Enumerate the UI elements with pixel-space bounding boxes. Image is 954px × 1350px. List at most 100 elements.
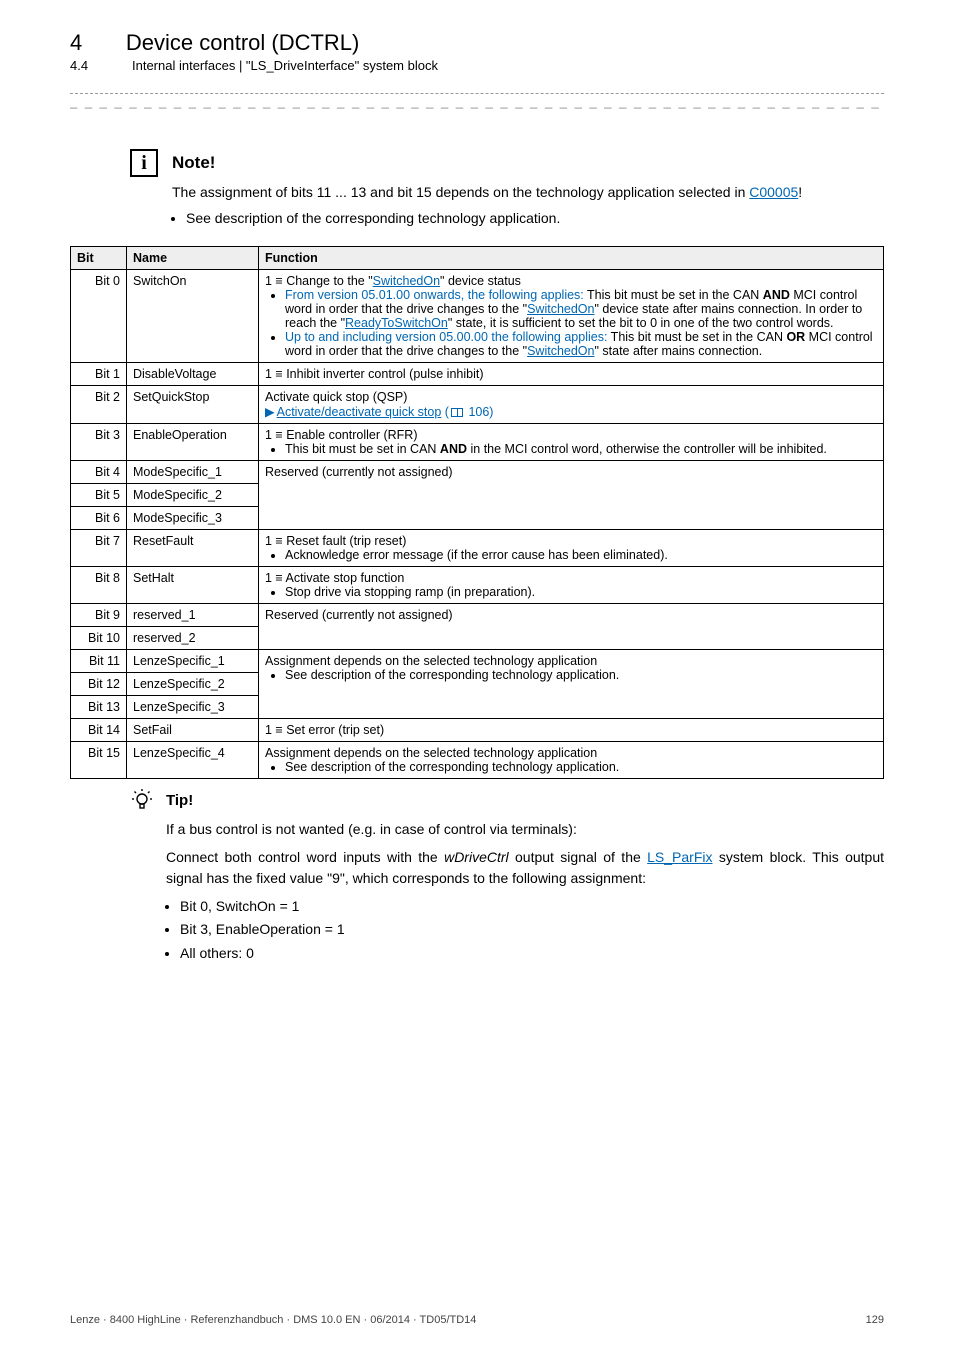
note-text-part: ! bbox=[798, 184, 802, 200]
table-row: Bit 0 SwitchOn 1 ≡ Change to the "Switch… bbox=[71, 270, 884, 363]
func-cell: 1 ≡ Change to the "SwitchedOn" device st… bbox=[259, 270, 884, 363]
name-cell: SetFail bbox=[127, 719, 259, 742]
func-text: " device status bbox=[440, 274, 521, 288]
chapter-title: Device control (DCTRL) bbox=[126, 30, 360, 55]
bit-cell: Bit 15 bbox=[71, 742, 127, 779]
tip-text: If a bus control is not wanted (e.g. in … bbox=[166, 819, 884, 839]
bit-cell: Bit 3 bbox=[71, 424, 127, 461]
func-cell: 1 ≡ Activate stop function Stop drive vi… bbox=[259, 567, 884, 604]
section-number: 4.4 bbox=[70, 58, 132, 73]
table-row: Bit 11 LenzeSpecific_1 Assignment depend… bbox=[71, 650, 884, 673]
table-row: Bit 4 ModeSpecific_1 Reserved (currently… bbox=[71, 461, 884, 484]
table-row: Bit 7 ResetFault 1 ≡ Reset fault (trip r… bbox=[71, 530, 884, 567]
func-text: " state after mains connection. bbox=[594, 344, 762, 358]
link-lsparfix[interactable]: LS_ParFix bbox=[647, 849, 712, 865]
func-bullet: This bit must be set in CAN AND in the M… bbox=[285, 442, 877, 456]
section-title: Internal interfaces | "LS_DriveInterface… bbox=[132, 58, 438, 73]
link-switchedon[interactable]: SwitchedOn bbox=[373, 274, 440, 288]
name-cell: SetHalt bbox=[127, 567, 259, 604]
tip-bullet: All others: 0 bbox=[180, 943, 884, 963]
func-highlight: From version 05.01.00 onwards, the follo… bbox=[285, 288, 584, 302]
func-cell: 1 ≡ Set error (trip set) bbox=[259, 719, 884, 742]
func-bullet: Stop drive via stopping ramp (in prepara… bbox=[285, 585, 877, 599]
table-row: Bit 8 SetHalt 1 ≡ Activate stop function… bbox=[71, 567, 884, 604]
table-row: Bit 2 SetQuickStop Activate quick stop (… bbox=[71, 386, 884, 424]
link-readytoswitchon[interactable]: ReadyToSwitchOn bbox=[345, 316, 448, 330]
page-ref: 106) bbox=[465, 405, 494, 419]
name-cell: DisableVoltage bbox=[127, 363, 259, 386]
page-number: 129 bbox=[866, 1314, 884, 1326]
func-highlight: Up to and including version 05.00.00 the… bbox=[285, 330, 607, 344]
func-text: 1 ≡ Reset fault (trip reset) bbox=[265, 534, 406, 548]
bit-cell: Bit 4 bbox=[71, 461, 127, 484]
note-box: i Note! The assignment of bits 11 ... 13… bbox=[130, 149, 884, 228]
func-cell: 1 ≡ Enable controller (RFR) This bit mus… bbox=[259, 424, 884, 461]
name-cell: LenzeSpecific_1 bbox=[127, 650, 259, 673]
chapter-number: 4 bbox=[70, 30, 82, 55]
bit-cell: Bit 11 bbox=[71, 650, 127, 673]
triangle-icon: ▶ bbox=[265, 405, 275, 419]
link-c00005[interactable]: C00005 bbox=[749, 184, 798, 200]
func-text: This bit must be set in the CAN bbox=[584, 288, 763, 302]
name-cell: ModeSpecific_3 bbox=[127, 507, 259, 530]
func-text: This bit must be set in CAN bbox=[285, 442, 440, 456]
bit-cell: Bit 10 bbox=[71, 627, 127, 650]
func-cell: Activate quick stop (QSP) ▶Activate/deac… bbox=[259, 386, 884, 424]
note-title: Note! bbox=[172, 153, 215, 173]
func-bold: AND bbox=[763, 288, 790, 302]
tip-title: Tip! bbox=[166, 790, 193, 812]
name-cell: LenzeSpecific_2 bbox=[127, 673, 259, 696]
link-switchedon[interactable]: SwitchedOn bbox=[527, 302, 594, 316]
name-cell: SwitchOn bbox=[127, 270, 259, 363]
func-cell: Assignment depends on the selected techn… bbox=[259, 742, 884, 779]
func-bullet: See description of the corresponding tec… bbox=[285, 760, 877, 774]
func-text: 1 ≡ Enable controller (RFR) bbox=[265, 428, 417, 442]
tip-bullet: Bit 0, SwitchOn = 1 bbox=[180, 896, 884, 916]
table-row: Bit 1 DisableVoltage 1 ≡ Inhibit inverte… bbox=[71, 363, 884, 386]
bit-cell: Bit 9 bbox=[71, 604, 127, 627]
th-function: Function bbox=[259, 247, 884, 270]
func-cell: Reserved (currently not assigned) bbox=[259, 461, 884, 530]
tip-text: Connect both control word inputs with th… bbox=[166, 847, 884, 888]
link-switchedon[interactable]: SwitchedOn bbox=[527, 344, 594, 358]
footer-left: Lenze · 8400 HighLine · Referenzhandbuch… bbox=[70, 1314, 476, 1326]
bit-cell: Bit 5 bbox=[71, 484, 127, 507]
bit-cell: Bit 0 bbox=[71, 270, 127, 363]
func-bold: OR bbox=[786, 330, 805, 344]
func-cell: 1 ≡ Inhibit inverter control (pulse inhi… bbox=[259, 363, 884, 386]
func-bullet: From version 05.01.00 onwards, the follo… bbox=[285, 288, 877, 330]
table-row: Bit 14 SetFail 1 ≡ Set error (trip set) bbox=[71, 719, 884, 742]
name-cell: SetQuickStop bbox=[127, 386, 259, 424]
func-bullet: See description of the corresponding tec… bbox=[285, 668, 877, 682]
bit-cell: Bit 1 bbox=[71, 363, 127, 386]
func-text: in the MCI control word, otherwise the c… bbox=[467, 442, 827, 456]
name-cell: ModeSpecific_2 bbox=[127, 484, 259, 507]
tip-text-part: Connect both control word inputs with th… bbox=[166, 849, 444, 865]
func-text: 1 ≡ Activate stop function bbox=[265, 571, 404, 585]
bit-cell: Bit 2 bbox=[71, 386, 127, 424]
func-bullet: Acknowledge error message (if the error … bbox=[285, 548, 877, 562]
bit-cell: Bit 14 bbox=[71, 719, 127, 742]
bit-cell: Bit 13 bbox=[71, 696, 127, 719]
func-text: This bit must be set in the CAN bbox=[607, 330, 786, 344]
func-text: Assignment depends on the selected techn… bbox=[265, 654, 597, 668]
name-cell: reserved_2 bbox=[127, 627, 259, 650]
tip-bullet: Bit 3, EnableOperation = 1 bbox=[180, 919, 884, 939]
th-bit: Bit bbox=[71, 247, 127, 270]
bit-table: Bit Name Function Bit 0 SwitchOn 1 ≡ Cha… bbox=[70, 246, 884, 779]
note-bullet: See description of the corresponding tec… bbox=[186, 209, 884, 229]
table-row: Bit 3 EnableOperation 1 ≡ Enable control… bbox=[71, 424, 884, 461]
func-cell: Assignment depends on the selected techn… bbox=[259, 650, 884, 719]
book-icon bbox=[451, 408, 463, 417]
tip-text-part: output signal of the bbox=[509, 849, 648, 865]
table-row: Bit 15 LenzeSpecific_4 Assignment depend… bbox=[71, 742, 884, 779]
th-name: Name bbox=[127, 247, 259, 270]
name-cell: LenzeSpecific_4 bbox=[127, 742, 259, 779]
signal-name: wDriveCtrl bbox=[444, 849, 509, 865]
tip-box: Tip! If a bus control is not wanted (e.g… bbox=[130, 789, 884, 963]
name-cell: EnableOperation bbox=[127, 424, 259, 461]
lightbulb-icon bbox=[130, 789, 154, 813]
link-quickstop[interactable]: Activate/deactivate quick stop bbox=[277, 405, 442, 419]
bit-cell: Bit 7 bbox=[71, 530, 127, 567]
bit-cell: Bit 8 bbox=[71, 567, 127, 604]
